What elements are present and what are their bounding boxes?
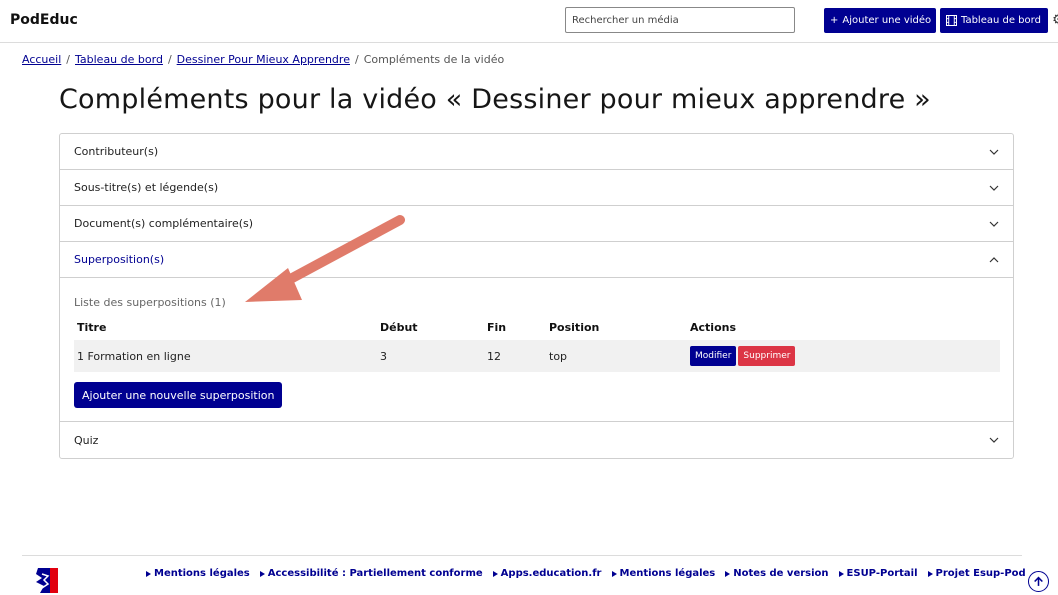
cell-start: 3 xyxy=(380,349,387,363)
accordion-label: Quiz xyxy=(74,433,99,447)
cell-title: 1 Formation en ligne xyxy=(77,349,191,363)
add-overlay-button[interactable]: Ajouter une nouvelle superposition xyxy=(74,382,283,408)
add-video-button[interactable]: + Ajouter une vidéo xyxy=(824,8,936,33)
column-header-end: Fin xyxy=(487,321,507,334)
chevron-down-icon xyxy=(989,149,999,155)
footer-link-apps[interactable]: Apps.education.fr xyxy=(492,568,602,579)
page-title: Compléments pour la vidéo « Dessiner pou… xyxy=(59,84,931,115)
accordion-quiz[interactable]: Quiz xyxy=(60,422,1013,458)
scroll-top-button[interactable] xyxy=(1028,571,1049,592)
footer-divider xyxy=(22,555,1022,556)
column-header-start: Début xyxy=(380,321,418,334)
accordion-subtitles[interactable]: Sous-titre(s) et légende(s) xyxy=(60,170,1013,206)
accordion-label: Contributeur(s) xyxy=(74,145,159,158)
delete-overlay-button[interactable]: Supprimer xyxy=(738,346,796,366)
footer-link-legal[interactable]: Mentions légales xyxy=(146,568,250,579)
triangle-icon xyxy=(259,570,265,577)
breadcrumb-home[interactable]: Accueil xyxy=(22,53,61,66)
footer-links: Mentions légales Accessibilité : Partiel… xyxy=(146,568,1026,579)
overlays-list-title: Liste des superpositions (1) xyxy=(74,296,226,309)
triangle-icon xyxy=(492,570,498,577)
triangle-icon xyxy=(725,570,731,577)
triangle-icon xyxy=(611,570,617,577)
accordion-contributors[interactable]: Contributeur(s) xyxy=(60,134,1013,170)
chevron-up-icon xyxy=(989,256,999,262)
accordion-label: Document(s) complémentaire(s) xyxy=(74,217,254,230)
cell-actions: Modifier Supprimer xyxy=(687,340,1000,372)
column-header-position: Position xyxy=(549,321,600,334)
chevron-down-icon xyxy=(989,221,999,227)
overlays-table: Titre Début Fin Position Actions 1 Forma… xyxy=(74,321,1000,372)
plus-icon: + xyxy=(830,15,839,26)
breadcrumb-separator: / xyxy=(66,53,70,66)
film-icon xyxy=(946,15,957,26)
dashboard-button[interactable]: Tableau de bord xyxy=(940,8,1048,33)
table-row: 1 Formation en ligne 3 12 top Modifier Su… xyxy=(74,340,1000,372)
breadcrumb-current: Compléments de la vidéo xyxy=(363,53,505,66)
accordion-overlays[interactable]: Superposition(s) xyxy=(60,242,1013,278)
arrow-up-circle-icon xyxy=(1034,576,1043,586)
add-video-label: Ajouter une vidéo xyxy=(842,15,932,26)
footer-link-legal-2[interactable]: Mentions légales xyxy=(611,568,715,579)
triangle-icon xyxy=(927,570,933,577)
chevron-down-icon xyxy=(989,185,999,191)
overlays-panel: Liste des superpositions (1) Titre Début… xyxy=(60,278,1013,422)
complements-accordion: Contributeur(s) Sous-titre(s) et légende… xyxy=(59,133,1014,459)
edit-overlay-button[interactable]: Modifier xyxy=(690,346,737,366)
top-navbar: PodEduc + Ajouter une vidéo Tableau de b… xyxy=(0,0,1058,43)
accordion-label: Sous-titre(s) et légende(s) xyxy=(74,181,219,194)
column-header-actions: Actions xyxy=(690,321,736,334)
search-input[interactable] xyxy=(565,7,795,33)
accordion-label: Superposition(s) xyxy=(74,253,165,266)
footer-link-esup-pod[interactable]: Projet Esup-Pod xyxy=(927,568,1026,579)
dashboard-label: Tableau de bord xyxy=(961,15,1041,26)
breadcrumb-video[interactable]: Dessiner Pour Mieux Apprendre xyxy=(177,53,350,66)
column-header-title: Titre xyxy=(77,321,107,334)
chevron-down-icon xyxy=(989,437,999,443)
breadcrumb: Accueil / Tableau de bord / Dessiner Pour Mi… xyxy=(22,53,504,66)
accordion-documents[interactable]: Document(s) complémentaire(s) xyxy=(60,206,1013,242)
triangle-icon xyxy=(146,570,151,577)
triangle-icon xyxy=(838,570,844,577)
brand-logo[interactable]: PodEduc xyxy=(10,12,78,28)
breadcrumb-separator: / xyxy=(167,53,172,66)
footer-link-release-notes[interactable]: Notes de version xyxy=(725,568,829,579)
footer-link-esup-portail[interactable]: ESUP-Portail xyxy=(838,568,918,579)
cell-end: 12 xyxy=(487,349,501,363)
marianne-logo xyxy=(36,568,58,593)
breadcrumb-dashboard[interactable]: Tableau de bord xyxy=(75,53,163,66)
cell-position: top xyxy=(549,349,568,363)
gear-icon[interactable]: ⚙ xyxy=(1052,12,1058,28)
breadcrumb-separator: / xyxy=(354,53,359,66)
footer-link-accessibility[interactable]: Accessibilité : Partiellement conforme xyxy=(259,568,483,579)
